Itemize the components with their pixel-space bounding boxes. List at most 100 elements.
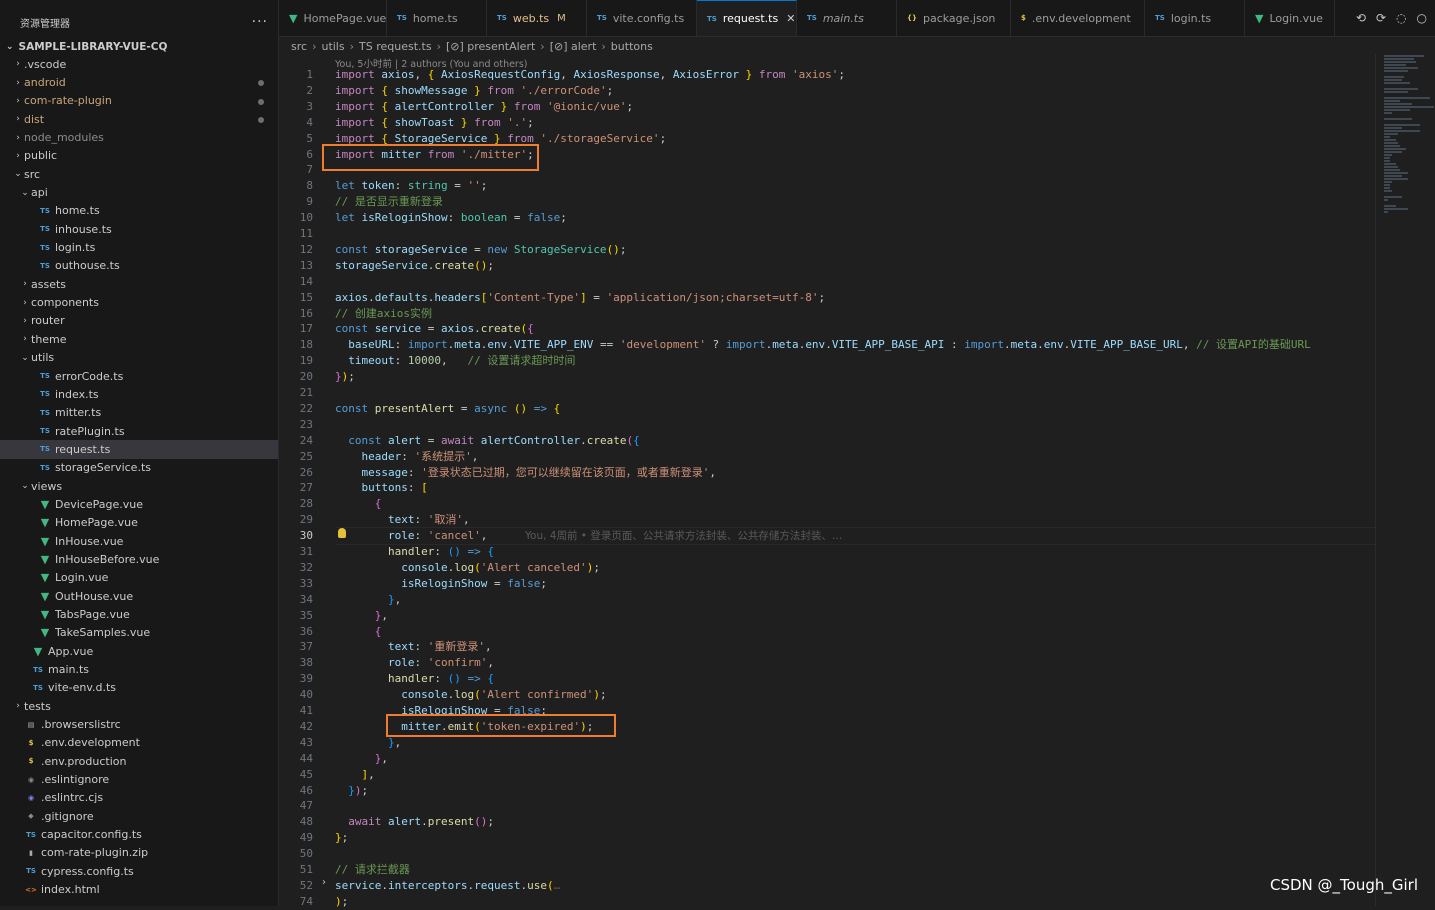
code-editor[interactable]: 1 import axios, { AxiosRequestConfig, Axi…	[279, 67, 1369, 908]
code-line[interactable]: 29 text: '取消',	[279, 512, 1369, 528]
breadcrumb-item[interactable]: utils	[321, 40, 344, 53]
file-item[interactable]: TS main.ts	[0, 660, 278, 678]
folder-item[interactable]: › .vscode	[0, 55, 278, 73]
code-line[interactable]: 12 const storageService = new StorageServ…	[279, 242, 1369, 258]
code-line[interactable]: 32 console.log('Alert canceled');	[279, 560, 1369, 576]
timeline-icon[interactable]: ⟲	[1356, 11, 1366, 25]
folder-item[interactable]: › tests	[0, 697, 278, 715]
file-item[interactable]: <> index.html	[0, 880, 278, 898]
breadcrumb-item[interactable]: [⊘] alert	[550, 40, 597, 53]
breadcrumb-item[interactable]: TS request.ts	[359, 40, 432, 53]
file-item[interactable]: TS index.ts	[0, 385, 278, 403]
more-actions-icon[interactable]: ···	[252, 14, 268, 30]
code-line[interactable]: 31 handler: () => {	[279, 544, 1369, 560]
folder-item[interactable]: › theme	[0, 330, 278, 348]
code-line[interactable]: 4 import { showToast } from '.';	[279, 115, 1369, 131]
tab-package-json[interactable]: {} package.json	[897, 0, 1011, 36]
file-item[interactable]: $ .env.development	[0, 734, 278, 752]
file-item[interactable]: TS outhouse.ts	[0, 257, 278, 275]
folder-item[interactable]: › android	[0, 73, 278, 91]
close-icon[interactable]: ✕	[786, 12, 795, 25]
code-line[interactable]: 9 // 是否显示重新登录	[279, 194, 1369, 210]
code-line[interactable]: 40 console.log('Alert confirmed');	[279, 687, 1369, 703]
file-item[interactable]: ▼ InHouse.vue	[0, 532, 278, 550]
folder-item[interactable]: ⌄ views	[0, 477, 278, 495]
code-line[interactable]: 26 message: '登录状态已过期，您可以继续留在该页面，或者重新登录',	[279, 465, 1369, 481]
file-item[interactable]: TS ratePlugin.ts	[0, 422, 278, 440]
minimap[interactable]	[1380, 54, 1435, 213]
code-line[interactable]: 47	[279, 798, 1369, 814]
file-item[interactable]: TS cypress.config.ts	[0, 862, 278, 880]
tab-login-vue[interactable]: ▼ Login.vue	[1245, 0, 1335, 36]
code-line[interactable]: 10 let isReloginShow: boolean = false;	[279, 210, 1369, 226]
code-line[interactable]: 30 role: 'cancel', You, 4周前 • 登录页面、公共请求方法…	[279, 528, 1369, 544]
go-back-icon[interactable]: ⟳	[1376, 11, 1386, 25]
tab-homepage-vue[interactable]: ▼ HomePage.vue	[279, 0, 387, 36]
folder-item[interactable]: ⌄ api	[0, 183, 278, 201]
more-icon[interactable]: ○	[1417, 11, 1427, 25]
code-line[interactable]: 52 service.interceptors.request.use(…	[279, 878, 1369, 894]
file-item[interactable]: ▼ HomePage.vue	[0, 514, 278, 532]
folder-item[interactable]: › router	[0, 312, 278, 330]
file-item[interactable]: ▼ OutHouse.vue	[0, 587, 278, 605]
code-line[interactable]: 39 handler: () => {	[279, 671, 1369, 687]
file-item[interactable]: TS storageService.ts	[0, 459, 278, 477]
file-item[interactable]: TS login.ts	[0, 238, 278, 256]
code-line[interactable]: 74);	[279, 894, 1369, 910]
code-line[interactable]: 28 {	[279, 496, 1369, 512]
lightbulb-icon[interactable]	[338, 528, 346, 538]
file-item[interactable]: TS request.ts	[0, 440, 278, 459]
file-item[interactable]: ▼ DevicePage.vue	[0, 495, 278, 513]
file-item[interactable]: TS errorCode.ts	[0, 367, 278, 385]
code-line[interactable]: 2 import { showMessage } from './errorCod…	[279, 83, 1369, 99]
code-line[interactable]: 43 },	[279, 735, 1369, 751]
fold-chevron-icon[interactable]: ›	[322, 877, 326, 888]
file-item[interactable]: ▼ TabsPage.vue	[0, 605, 278, 623]
file-item[interactable]: ▼ Login.vue	[0, 569, 278, 587]
file-item[interactable]: ◆ .gitignore	[0, 807, 278, 825]
code-line[interactable]: 35 },	[279, 608, 1369, 624]
code-line[interactable]: 15 axios.defaults.headers['Content-Type']…	[279, 290, 1369, 306]
file-item[interactable]: ▼ InHouseBefore.vue	[0, 550, 278, 568]
code-line[interactable]: 3 import { alertController } from '@ionic…	[279, 99, 1369, 115]
code-line[interactable]: 18 baseURL: import.meta.env.VITE_APP_ENV…	[279, 337, 1369, 353]
code-line[interactable]: 45 ],	[279, 767, 1369, 783]
file-item[interactable]: ◉ .eslintrc.cjs	[0, 789, 278, 807]
file-item[interactable]: TS mitter.ts	[0, 404, 278, 422]
breadcrumb-item[interactable]: buttons	[611, 40, 653, 53]
folder-item[interactable]: › public	[0, 147, 278, 165]
code-line[interactable]: 13 storageService.create();	[279, 258, 1369, 274]
code-line[interactable]: 20});	[279, 369, 1369, 385]
code-line[interactable]: 38 role: 'confirm',	[279, 655, 1369, 671]
folder-item[interactable]: ⌄ utils	[0, 349, 278, 367]
code-line[interactable]: 51 // 请求拦截器	[279, 862, 1369, 878]
tab-home-ts[interactable]: TS home.ts	[387, 0, 487, 36]
code-line[interactable]: 25 header: '系统提示',	[279, 449, 1369, 465]
folder-item[interactable]: ⌄ src	[0, 165, 278, 183]
workspace-root[interactable]: ⌄ SAMPLE-LIBRARY-VUE-CQ	[0, 38, 278, 56]
code-line[interactable]: 24 const alert = await alertController.c…	[279, 433, 1369, 449]
tab-main-ts[interactable]: TS main.ts	[797, 0, 897, 36]
file-item[interactable]: $ .env.production	[0, 752, 278, 770]
code-line[interactable]: 1 import axios, { AxiosRequestConfig, Axi…	[279, 67, 1369, 83]
folder-item[interactable]: › assets	[0, 275, 278, 293]
file-item[interactable]: ▼ App.vue	[0, 642, 278, 660]
code-line[interactable]: 46 });	[279, 783, 1369, 799]
code-line[interactable]: 50	[279, 846, 1369, 862]
file-item[interactable]: TS home.ts	[0, 202, 278, 220]
folder-item[interactable]: › node_modules	[0, 128, 278, 146]
file-item[interactable]: TS capacitor.config.ts	[0, 825, 278, 843]
folder-item[interactable]: › components	[0, 293, 278, 311]
code-line[interactable]: 34 },	[279, 592, 1369, 608]
file-item[interactable]: ▤ .browserslistrc	[0, 715, 278, 733]
code-line[interactable]: 48 await alert.present();	[279, 814, 1369, 830]
code-line[interactable]: 37 text: '重新登录',	[279, 639, 1369, 655]
scrollbar[interactable]	[1375, 54, 1376, 906]
code-line[interactable]: 19 timeout: 10000, // 设置请求超时时间	[279, 353, 1369, 369]
code-line[interactable]: 16 // 创建axios实例	[279, 306, 1369, 322]
code-line[interactable]: 17 const service = axios.create({	[279, 321, 1369, 337]
file-item[interactable]: TS inhouse.ts	[0, 220, 278, 238]
breadcrumb-item[interactable]: src	[291, 40, 307, 53]
folder-item[interactable]: › com-rate-plugin	[0, 92, 278, 110]
compare-icon[interactable]: ◌	[1396, 11, 1406, 25]
